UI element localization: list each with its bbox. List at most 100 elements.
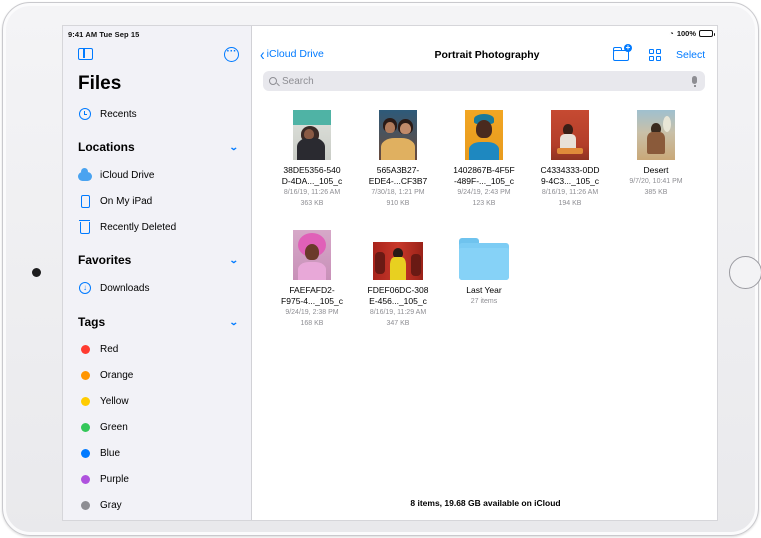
file-item[interactable]: 565A3B27- EDE4-...CF3B7 7/30/18, 1:21 PM … <box>355 110 441 209</box>
main-content: ◔ 100% ‹ iCloud Drive Portrait Photograp… <box>252 26 717 520</box>
ipad-frame: 9:41 AM Tue Sep 15 ··· Files Recents Loc… <box>2 2 761 536</box>
photo-thumbnail <box>465 110 503 160</box>
section-title: Tags <box>78 315 106 329</box>
chevron-down-icon: ⌄ <box>229 141 240 152</box>
sidebar-item-tag-blue[interactable]: Blue <box>78 444 120 462</box>
tag-dot-icon <box>78 420 92 434</box>
tag-dot-icon <box>78 472 92 486</box>
sidebar-item-tag-green[interactable]: Green <box>78 418 128 436</box>
sidebar-item-label: Gray <box>100 499 122 511</box>
download-icon: ↓ <box>78 281 92 295</box>
sidebar: 9:41 AM Tue Sep 15 ··· Files Recents Loc… <box>63 26 252 520</box>
file-name: 38DE5356-540 D-4DA..._105_c <box>281 165 343 186</box>
sidebar-item-label: On My iPad <box>100 195 153 207</box>
favorites-header[interactable]: Favorites ⌄ <box>78 252 240 268</box>
section-title: Locations <box>78 140 135 154</box>
file-item[interactable]: FAEFAFD2- F975-4..._105_c 9/24/19, 2:38 P… <box>269 230 355 329</box>
file-item[interactable]: 38DE5356-540 D-4DA..._105_c 8/16/19, 11:2… <box>269 110 355 209</box>
photo-thumbnail <box>551 110 589 160</box>
tags-header[interactable]: Tags ⌄ <box>78 314 240 330</box>
file-date: 9/7/20, 10:41 PM <box>629 178 683 185</box>
sidebar-item-tag-gray[interactable]: Gray <box>78 496 122 514</box>
file-date: 8/16/19, 11:29 AM <box>369 309 427 316</box>
screen: 9:41 AM Tue Sep 15 ··· Files Recents Loc… <box>62 25 718 521</box>
sidebar-item-downloads[interactable]: ↓ Downloads <box>78 279 149 297</box>
icloud-icon <box>78 168 92 182</box>
folder-name: Last Year <box>466 285 502 295</box>
file-date: 8/16/19, 11:26 AM <box>283 189 341 196</box>
status-time-date: 9:41 AM Tue Sep 15 <box>68 30 140 39</box>
sidebar-item-label: Downloads <box>100 282 150 294</box>
folder-item[interactable]: Last Year 27 items <box>441 230 527 307</box>
file-size: 168 KB <box>300 320 324 327</box>
locations-header[interactable]: Locations ⌄ <box>78 139 240 155</box>
file-item[interactable]: FDEF06DC-308 E-456..._105_c 8/16/19, 11:2… <box>355 230 441 329</box>
tag-dot-icon <box>78 498 92 512</box>
photo-thumbnail <box>293 230 331 280</box>
sidebar-item-tag-red[interactable]: Red <box>78 340 118 358</box>
sidebar-item-label: Yellow <box>100 395 129 407</box>
photo-thumbnail <box>373 242 423 280</box>
grid-view-icon[interactable] <box>649 49 661 61</box>
file-date: 7/30/18, 1:21 PM <box>371 189 425 196</box>
select-button[interactable]: Select <box>676 49 705 61</box>
sidebar-item-label: Green <box>100 421 128 433</box>
file-item[interactable]: C4334333-0DD 9-4C3..._105_c 8/16/19, 11:2… <box>527 110 613 209</box>
search-input[interactable] <box>282 75 662 87</box>
tag-dot-icon <box>78 394 92 408</box>
search-bar <box>263 71 705 91</box>
sidebar-item-label: Red <box>100 343 119 355</box>
sidebar-item-label: Orange <box>100 369 134 381</box>
new-folder-icon[interactable] <box>612 44 632 61</box>
back-label: iCloud Drive <box>266 48 324 60</box>
folder-icon <box>459 238 509 280</box>
battery-icon <box>699 30 715 37</box>
trash-icon <box>78 220 92 234</box>
tag-dot-icon <box>78 446 92 460</box>
file-item[interactable]: 1402867B-4F5F -489F-..._105_c 9/24/19, 2:… <box>441 110 527 209</box>
more-options-icon[interactable]: ··· <box>224 47 239 62</box>
section-title: Favorites <box>78 253 132 267</box>
file-size: 123 KB <box>472 200 496 207</box>
battery-percent: 100% <box>676 29 696 38</box>
tag-dot-icon <box>78 368 92 382</box>
file-date: 9/24/19, 2:43 PM <box>457 189 511 196</box>
file-name: C4334333-0DD 9-4C3..._105_c <box>540 165 600 186</box>
file-size: 363 KB <box>300 200 324 207</box>
sidebar-item-on-my-ipad[interactable]: On My iPad <box>78 192 152 210</box>
file-name: FAEFAFD2- F975-4..._105_c <box>281 285 343 306</box>
sidebar-item-icloud-drive[interactable]: iCloud Drive <box>78 166 154 184</box>
file-name: 1402867B-4F5F -489F-..._105_c <box>453 165 515 186</box>
search-icon <box>269 77 277 85</box>
back-button[interactable]: ‹ iCloud Drive <box>260 44 324 64</box>
photo-thumbnail <box>637 110 675 160</box>
file-size: 385 KB <box>644 189 668 196</box>
sidebar-toggle-icon[interactable] <box>78 48 93 60</box>
sidebar-title: Files <box>78 73 122 94</box>
file-item[interactable]: Desert 9/7/20, 10:41 PM 385 KB <box>613 110 699 198</box>
file-name: 565A3B27- EDE4-...CF3B7 <box>368 165 428 186</box>
sidebar-item-label: Recently Deleted <box>100 221 177 233</box>
chevron-down-icon: ⌄ <box>229 316 240 327</box>
file-name: FDEF06DC-308 E-456..._105_c <box>367 285 429 306</box>
sidebar-item-tag-purple[interactable]: Purple <box>78 470 129 488</box>
chevron-down-icon: ⌄ <box>229 254 240 265</box>
clock-icon <box>78 107 92 121</box>
sidebar-item-label: Purple <box>100 473 129 485</box>
chevron-left-icon: ‹ <box>260 44 265 64</box>
file-date: 9/24/19, 2:38 PM <box>285 309 339 316</box>
wifi-icon: ◔ <box>669 29 674 38</box>
sidebar-item-label: Blue <box>100 447 121 459</box>
sidebar-item-recently-deleted[interactable]: Recently Deleted <box>78 218 176 236</box>
sidebar-item-tag-orange[interactable]: Orange <box>78 366 133 384</box>
storage-status: 8 items, 19.68 GB available on iCloud <box>410 498 561 508</box>
sidebar-item-recents[interactable]: Recents <box>78 105 137 123</box>
folder-count: 27 items <box>470 298 498 305</box>
file-name: Desert <box>643 165 669 175</box>
front-camera <box>32 268 41 277</box>
file-size: 347 KB <box>386 320 410 327</box>
home-button[interactable] <box>729 256 761 289</box>
sidebar-item-tag-yellow[interactable]: Yellow <box>78 392 129 410</box>
tag-dot-icon <box>78 342 92 356</box>
microphone-icon[interactable] <box>692 76 697 87</box>
